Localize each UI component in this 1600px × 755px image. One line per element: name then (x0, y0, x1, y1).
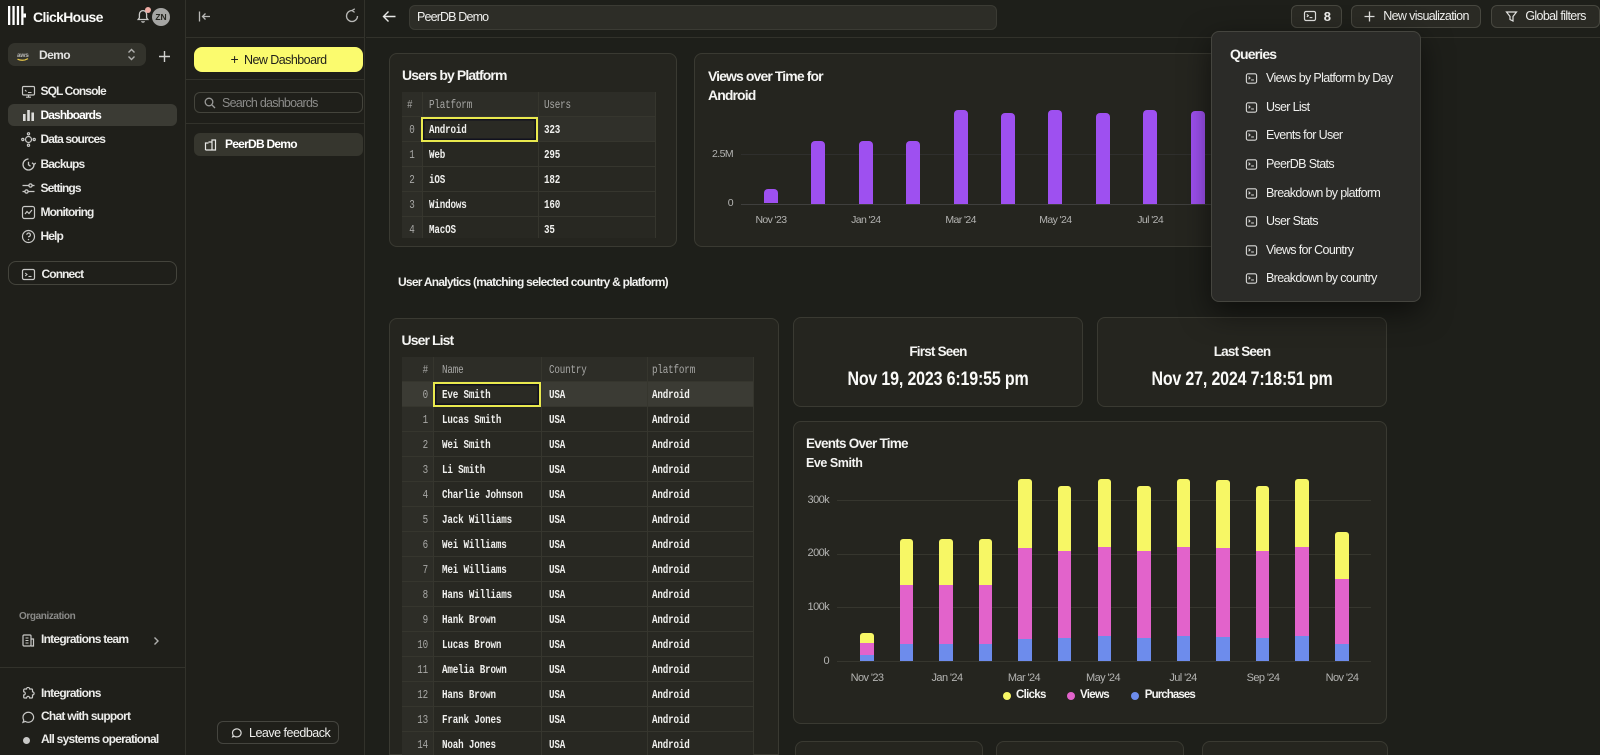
svg-text:aws: aws (17, 52, 29, 59)
